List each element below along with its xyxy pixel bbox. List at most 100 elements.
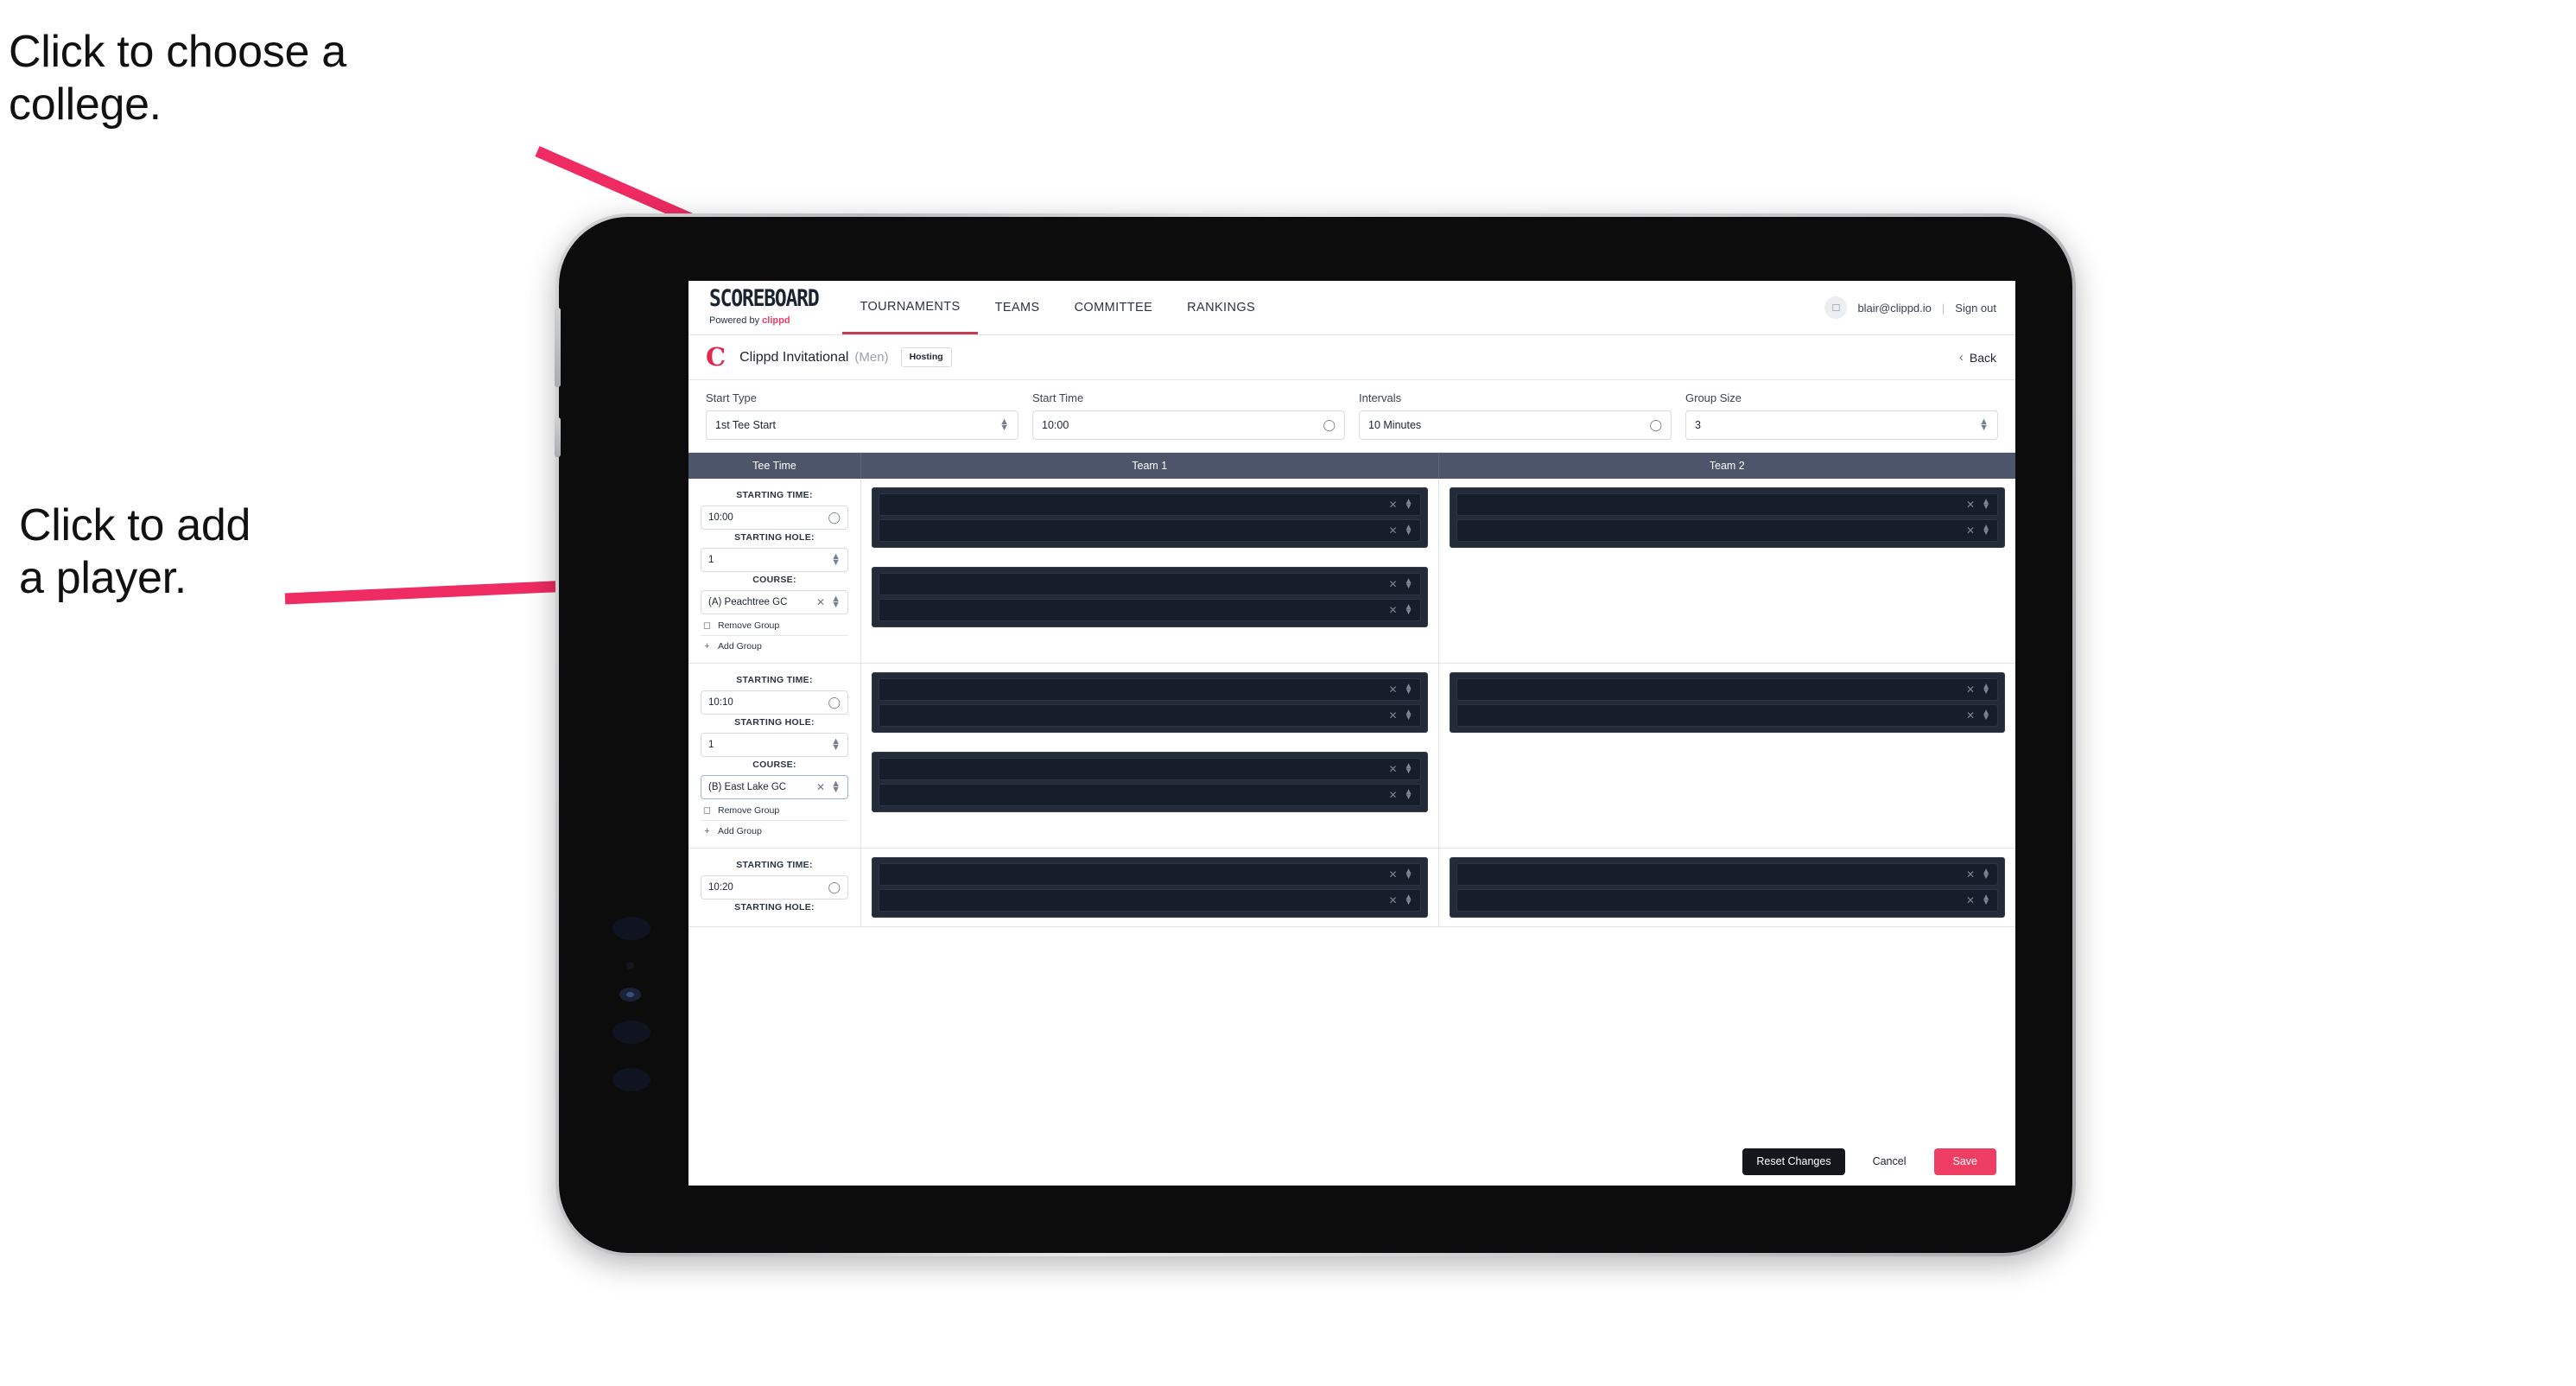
stepper-icon[interactable]: ▲ ▼	[1405, 576, 1413, 591]
clear-x-icon[interactable]: ✕	[1389, 578, 1398, 590]
remove-group-button[interactable]: ◻ Remove Group	[701, 614, 848, 636]
power-button[interactable]	[555, 308, 561, 387]
starting-time-input[interactable]: 10:10 ◯	[701, 690, 848, 715]
add-group-label: Add Group	[718, 641, 762, 652]
stepper-icon[interactable]: ▲ ▼	[1405, 682, 1413, 696]
clock-icon[interactable]: ◯	[1649, 418, 1662, 432]
table-row: STARTING TIME: 10:00 ◯ STARTING HOLE: 1 …	[688, 479, 2015, 664]
player-select[interactable]: ✕ ▲ ▼	[1456, 493, 1998, 516]
player-select[interactable]: ✕ ▲ ▼	[879, 704, 1421, 727]
stepper-icon[interactable]: ▲ ▼	[831, 552, 841, 568]
clear-x-icon[interactable]: ✕	[1966, 683, 1975, 696]
clear-x-icon[interactable]: ✕	[1966, 709, 1975, 722]
stepper-icon[interactable]: ▲ ▼	[1405, 761, 1413, 776]
user-avatar-icon[interactable]: ☐	[1824, 296, 1848, 319]
stepper-icon[interactable]: ▲ ▼	[1405, 893, 1413, 907]
stepper-icon[interactable]: ▲ ▼	[1982, 708, 1990, 722]
stepper-icon[interactable]: ▲ ▼	[1405, 708, 1413, 722]
clear-x-icon[interactable]: ✕	[1966, 894, 1975, 906]
stepper-icon[interactable]: ▲ ▼	[1405, 602, 1413, 617]
starting-time-input[interactable]: 10:20 ◯	[701, 875, 848, 900]
player-select[interactable]: ✕ ▲ ▼	[879, 493, 1421, 516]
player-select[interactable]: ✕ ▲ ▼	[879, 599, 1421, 621]
column-header-team2: Team 2	[1709, 460, 1745, 472]
sign-out-link[interactable]: Sign out	[1955, 302, 1996, 315]
course-value: (B) East Lake GC	[708, 782, 787, 792]
clock-icon[interactable]: ◯	[828, 696, 841, 709]
player-select[interactable]: ✕ ▲ ▼	[879, 678, 1421, 701]
clear-x-icon[interactable]: ✕	[1389, 525, 1398, 537]
clear-x-icon[interactable]: ✕	[1389, 683, 1398, 696]
nav-item-committee[interactable]: COMMITTEE	[1057, 281, 1171, 334]
starting-hole-input[interactable]: 1 ▲ ▼	[701, 548, 848, 572]
stepper-icon[interactable]: ▲ ▼	[1982, 867, 1990, 881]
start-type-select[interactable]: 1st Tee Start ▲ ▼	[706, 410, 1018, 440]
player-select[interactable]: ✕ ▲ ▼	[1456, 889, 1998, 912]
clear-x-icon[interactable]: ✕	[1389, 894, 1398, 906]
clock-icon[interactable]: ◯	[828, 881, 841, 894]
stepper-icon[interactable]: ▲ ▼	[1982, 893, 1990, 907]
brand-logo[interactable]: SCOREBOARD Powered by clippd	[709, 288, 820, 326]
status-badge: Hosting	[900, 347, 952, 367]
clear-x-icon[interactable]: ✕	[1389, 604, 1398, 616]
course-value: (A) Peachtree GC	[708, 597, 788, 607]
player-select[interactable]: ✕ ▲ ▼	[1456, 863, 1998, 886]
player-select[interactable]: ✕ ▲ ▼	[1456, 678, 1998, 701]
stepper-icon[interactable]: ▲ ▼	[1982, 523, 1990, 537]
remove-group-button[interactable]: ◻ Remove Group	[701, 799, 848, 821]
reset-changes-button[interactable]: Reset Changes	[1742, 1148, 1845, 1175]
volume-button[interactable]	[555, 417, 561, 457]
annotation-add-player: Click to add a player.	[19, 500, 251, 604]
player-select[interactable]: ✕ ▲ ▼	[879, 863, 1421, 886]
course-select[interactable]: (B) East Lake GC ✕ ▲ ▼	[701, 775, 848, 799]
stepper-icon[interactable]: ▲ ▼	[831, 779, 841, 795]
stepper-icon[interactable]: ▲ ▼	[1982, 497, 1990, 512]
start-time-input[interactable]: 10:00 ◯	[1032, 410, 1345, 440]
add-group-button[interactable]: + Add Group	[701, 636, 848, 656]
stepper-icon[interactable]: ▲ ▼	[1405, 497, 1413, 512]
group-size-input[interactable]: 3 ▲ ▼	[1685, 410, 1998, 440]
save-button[interactable]: Save	[1933, 1148, 1996, 1175]
clear-x-icon[interactable]: ✕	[1389, 709, 1398, 722]
player-select[interactable]: ✕ ▲ ▼	[1456, 519, 1998, 542]
clear-x-icon[interactable]: ✕	[1966, 525, 1975, 537]
clear-x-icon[interactable]: ✕	[1966, 868, 1975, 881]
stepper-icon[interactable]: ▲ ▼	[831, 594, 841, 610]
clear-x-icon[interactable]: ✕	[1389, 868, 1398, 881]
stepper-icon[interactable]: ▲ ▼	[1405, 867, 1413, 881]
nav-item-teams[interactable]: TEAMS	[978, 281, 1057, 334]
clock-icon[interactable]: ◯	[828, 511, 841, 525]
player-select[interactable]: ✕ ▲ ▼	[879, 519, 1421, 542]
starting-time-input[interactable]: 10:00 ◯	[701, 505, 848, 530]
clear-x-icon[interactable]: ✕	[1389, 763, 1398, 775]
clear-x-icon[interactable]: ✕	[816, 781, 825, 793]
starting-hole-input[interactable]: 1 ▲ ▼	[701, 733, 848, 757]
tournament-gender: (Men)	[854, 350, 889, 365]
stepper-icon[interactable]: ▲ ▼	[1405, 787, 1413, 802]
course-select[interactable]: (A) Peachtree GC ✕ ▲ ▼	[701, 590, 848, 614]
stepper-icon[interactable]: ▲ ▼	[1979, 417, 1989, 433]
clear-x-icon[interactable]: ✕	[816, 596, 825, 608]
clear-x-icon[interactable]: ✕	[1966, 499, 1975, 511]
team1-cell: ✕ ▲ ▼ ✕ ▲ ▼ ✕ ▲ ▼ ✕ ▲ ▼	[861, 479, 1439, 663]
starting-time-value: 10:10	[708, 697, 733, 708]
clear-x-icon[interactable]: ✕	[1389, 789, 1398, 801]
player-select[interactable]: ✕ ▲ ▼	[879, 889, 1421, 912]
brand-tagline-accent: clippd	[762, 315, 790, 326]
stepper-icon[interactable]: ▲ ▼	[831, 737, 841, 753]
nav-item-rankings[interactable]: RANKINGS	[1170, 281, 1272, 334]
player-select[interactable]: ✕ ▲ ▼	[1456, 704, 1998, 727]
stepper-icon[interactable]: ▲ ▼	[999, 417, 1009, 433]
player-select[interactable]: ✕ ▲ ▼	[879, 573, 1421, 595]
clear-x-icon[interactable]: ✕	[1389, 499, 1398, 511]
add-group-button[interactable]: + Add Group	[701, 821, 848, 841]
clock-icon[interactable]: ◯	[1323, 418, 1336, 432]
player-select[interactable]: ✕ ▲ ▼	[879, 758, 1421, 780]
back-button[interactable]: ‹ Back	[1959, 350, 1996, 365]
stepper-icon[interactable]: ▲ ▼	[1982, 682, 1990, 696]
stepper-icon[interactable]: ▲ ▼	[1405, 523, 1413, 537]
intervals-input[interactable]: 10 Minutes ◯	[1359, 410, 1672, 440]
player-select[interactable]: ✕ ▲ ▼	[879, 784, 1421, 806]
nav-item-tournaments[interactable]: TOURNAMENTS	[842, 281, 978, 334]
cancel-button[interactable]: Cancel	[1859, 1148, 1920, 1175]
